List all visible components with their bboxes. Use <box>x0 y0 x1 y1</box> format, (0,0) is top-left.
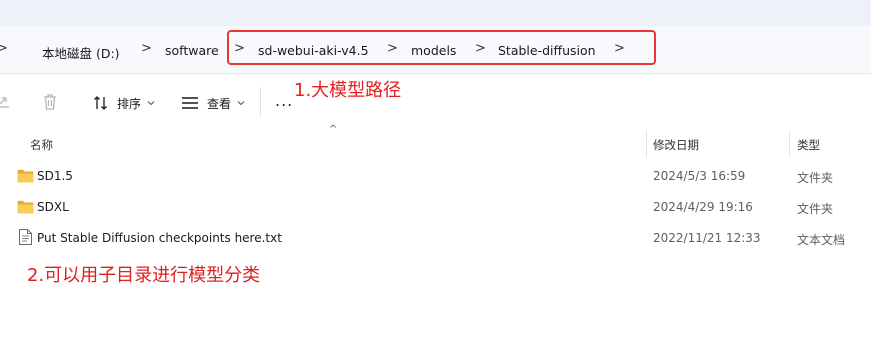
view-list-icon <box>182 97 198 109</box>
folder-icon <box>17 168 34 187</box>
column-header-type[interactable]: 类型 <box>797 137 820 153</box>
breadcrumb-item-drive-d[interactable]: 本地磁盘 (D:) <box>42 43 120 62</box>
file-type: 文件夹 <box>797 171 834 185</box>
sort-icon <box>94 96 107 110</box>
file-row[interactable]: SD1.5 2024/5/3 16:59 文件夹 <box>0 161 871 192</box>
toolbar-divider <box>260 87 261 117</box>
file-explorer-window: > 本地磁盘 (D:) > software > sd-webui-aki-v4… <box>0 0 871 337</box>
text-file-icon <box>19 229 32 249</box>
folder-icon <box>17 199 34 218</box>
file-type: 文本文档 <box>797 233 846 247</box>
column-header-row <box>0 130 871 158</box>
sort-ascending-icon: ^ <box>329 124 338 135</box>
column-divider[interactable] <box>789 130 790 158</box>
annotation-subdirectory-tip: 2.可以用子目录进行模型分类 <box>27 265 261 286</box>
file-row[interactable]: SDXL 2024/4/29 19:16 文件夹 <box>0 192 871 223</box>
file-row[interactable]: Put Stable Diffusion checkpoints here.tx… <box>0 223 871 254</box>
breadcrumb-item-software[interactable]: software <box>165 43 219 58</box>
annotation-model-path: 1.大模型路径 <box>294 80 402 101</box>
title-bar <box>0 0 871 26</box>
path-highlight-box <box>227 30 656 65</box>
delete-icon[interactable] <box>42 93 58 115</box>
column-header-date[interactable]: 修改日期 <box>653 137 699 153</box>
column-divider[interactable] <box>646 130 647 158</box>
breadcrumb-separator[interactable]: > <box>141 41 152 56</box>
sort-button[interactable]: 排序 <box>93 93 157 113</box>
file-type: 文件夹 <box>797 202 834 216</box>
file-date: 2024/4/29 19:16 <box>653 200 753 214</box>
file-name: SD1.5 <box>37 169 73 183</box>
breadcrumb-separator: > <box>0 41 8 56</box>
sort-label: 排序 <box>117 96 142 111</box>
column-header-name[interactable]: 名称 <box>30 137 53 153</box>
view-label: 查看 <box>207 96 232 111</box>
view-button[interactable]: 查看 <box>181 93 247 113</box>
chevron-down-icon <box>147 101 155 106</box>
file-date: 2024/5/3 16:59 <box>653 169 746 183</box>
file-name: SDXL <box>37 200 69 214</box>
file-date: 2022/11/21 12:33 <box>653 231 761 245</box>
share-icon[interactable] <box>0 93 12 115</box>
file-name: Put Stable Diffusion checkpoints here.tx… <box>37 231 282 245</box>
chevron-down-icon <box>237 101 245 106</box>
more-options-button[interactable]: ... <box>275 91 293 110</box>
